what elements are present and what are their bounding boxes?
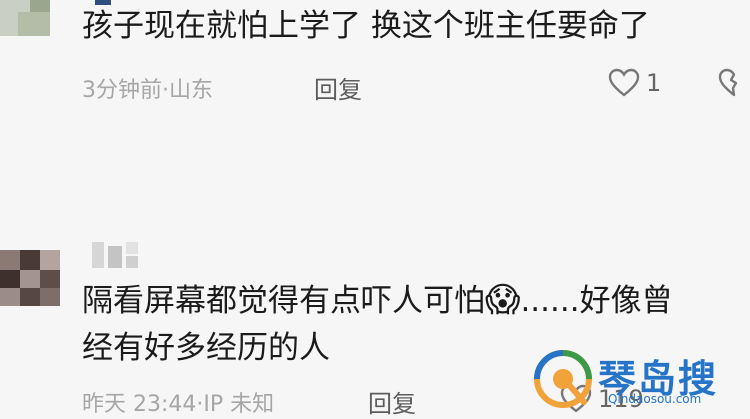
broken-heart-icon [718, 68, 738, 97]
avatar[interactable] [0, 0, 50, 36]
comment-text-line-2: 经有好多经历的人 [82, 330, 330, 366]
heart-icon [608, 68, 640, 97]
scream-emoji-icon: 😱 [485, 280, 521, 320]
like-button[interactable]: 1 [608, 68, 661, 98]
watermark-url: Qindaosou.com [608, 392, 702, 406]
comment-text: 隔看屏幕都觉得有点吓人可怕 [82, 283, 485, 319]
like-count: 1 [646, 69, 662, 97]
comment-text: 孩子现在就怕上学了 换这个班主任要命了 [82, 8, 650, 44]
comment-time: 3分钟前 [82, 78, 162, 103]
comment-time: 昨天 23:44 [82, 392, 197, 417]
watermark-logo: 琴岛搜 Qindaosou.com [528, 346, 750, 412]
comment-location: IP 未知 [203, 392, 275, 417]
dislike-button[interactable] [718, 68, 750, 102]
username-mosaic[interactable] [92, 242, 152, 268]
avatar[interactable] [0, 250, 60, 306]
comment-text-line-1: 隔看屏幕都觉得有点吓人可怕😱......好像曾 [82, 276, 673, 325]
comment-meta: 3分钟前·山东 [82, 72, 213, 104]
comment-text-tail: ......好像曾 [520, 283, 673, 319]
comment-meta: 昨天 23:44·IP 未知 [82, 386, 274, 418]
reply-button[interactable]: 回复 [314, 70, 362, 105]
meta-separator: · [162, 78, 169, 103]
comment-location: 山东 [169, 78, 214, 103]
watermark-icon [534, 350, 592, 408]
comment-1: 孩子现在就怕上学了 换这个班主任要命了 3分钟前·山东 回复 1 [0, 0, 750, 110]
reply-button[interactable]: 回复 [368, 384, 416, 419]
